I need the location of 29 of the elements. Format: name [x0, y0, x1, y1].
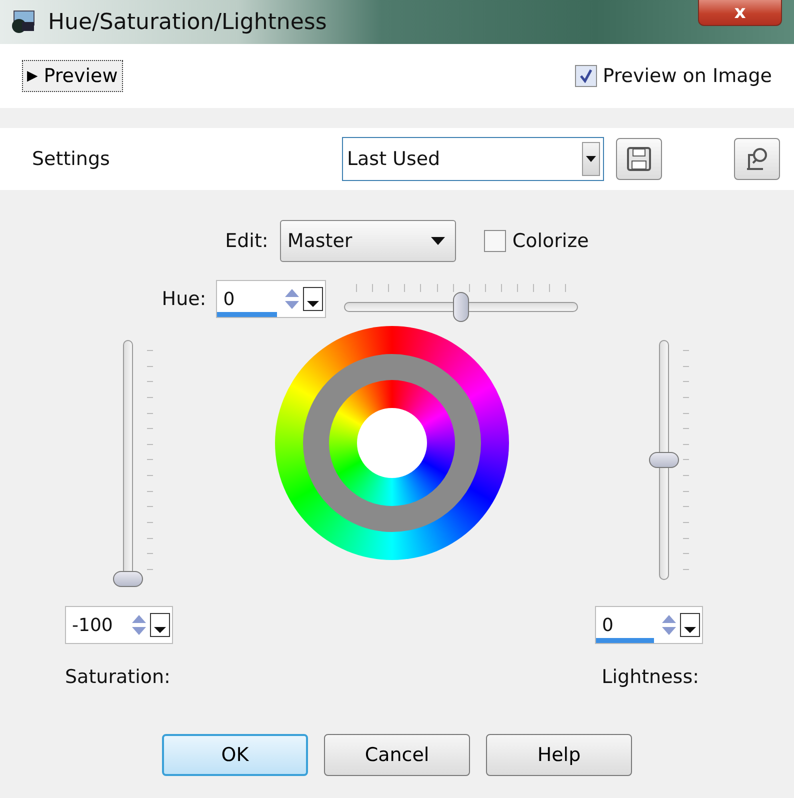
settings-dropdown[interactable]: Last Used [342, 137, 604, 181]
save-button[interactable] [616, 138, 662, 180]
dialog-button[interactable]: Cancel [324, 734, 470, 776]
dropdown-arrow-icon[interactable] [586, 156, 596, 162]
checkbox-label: Preview on Image [602, 65, 772, 87]
edit-dropdown[interactable]: Master [280, 220, 456, 262]
number-field[interactable]: -100 [65, 606, 173, 644]
edit-label: Edit: [225, 230, 268, 252]
number-field[interactable]: 0 [595, 606, 703, 644]
slider-thumb[interactable] [453, 292, 470, 322]
close-button[interactable]: x [698, 0, 782, 26]
dropdown-arrow-icon [431, 237, 446, 245]
slider-thumb[interactable] [113, 571, 143, 587]
slider-thumb[interactable] [649, 452, 679, 468]
number-field[interactable]: 0 [216, 280, 326, 318]
dialog-button[interactable]: OK [162, 734, 308, 776]
colorize-checkbox[interactable] [484, 230, 506, 252]
settings-label: Settings [32, 148, 110, 170]
hue-label: Hue: [162, 288, 206, 310]
checkmark-icon [578, 69, 593, 83]
window-title: Hue/Saturation/Lightness [48, 10, 327, 34]
lightness-label: Lightness: [602, 666, 699, 688]
camera-icon [10, 10, 36, 34]
reset-button[interactable] [734, 138, 780, 180]
preview-checkbox[interactable] [574, 65, 597, 87]
saturation-label: Saturation: [65, 666, 170, 688]
dialog-button[interactable]: Help [486, 734, 632, 776]
colorize-label: Colorize [512, 230, 589, 252]
preview-toggle[interactable]: ▶ Preview [22, 60, 123, 92]
